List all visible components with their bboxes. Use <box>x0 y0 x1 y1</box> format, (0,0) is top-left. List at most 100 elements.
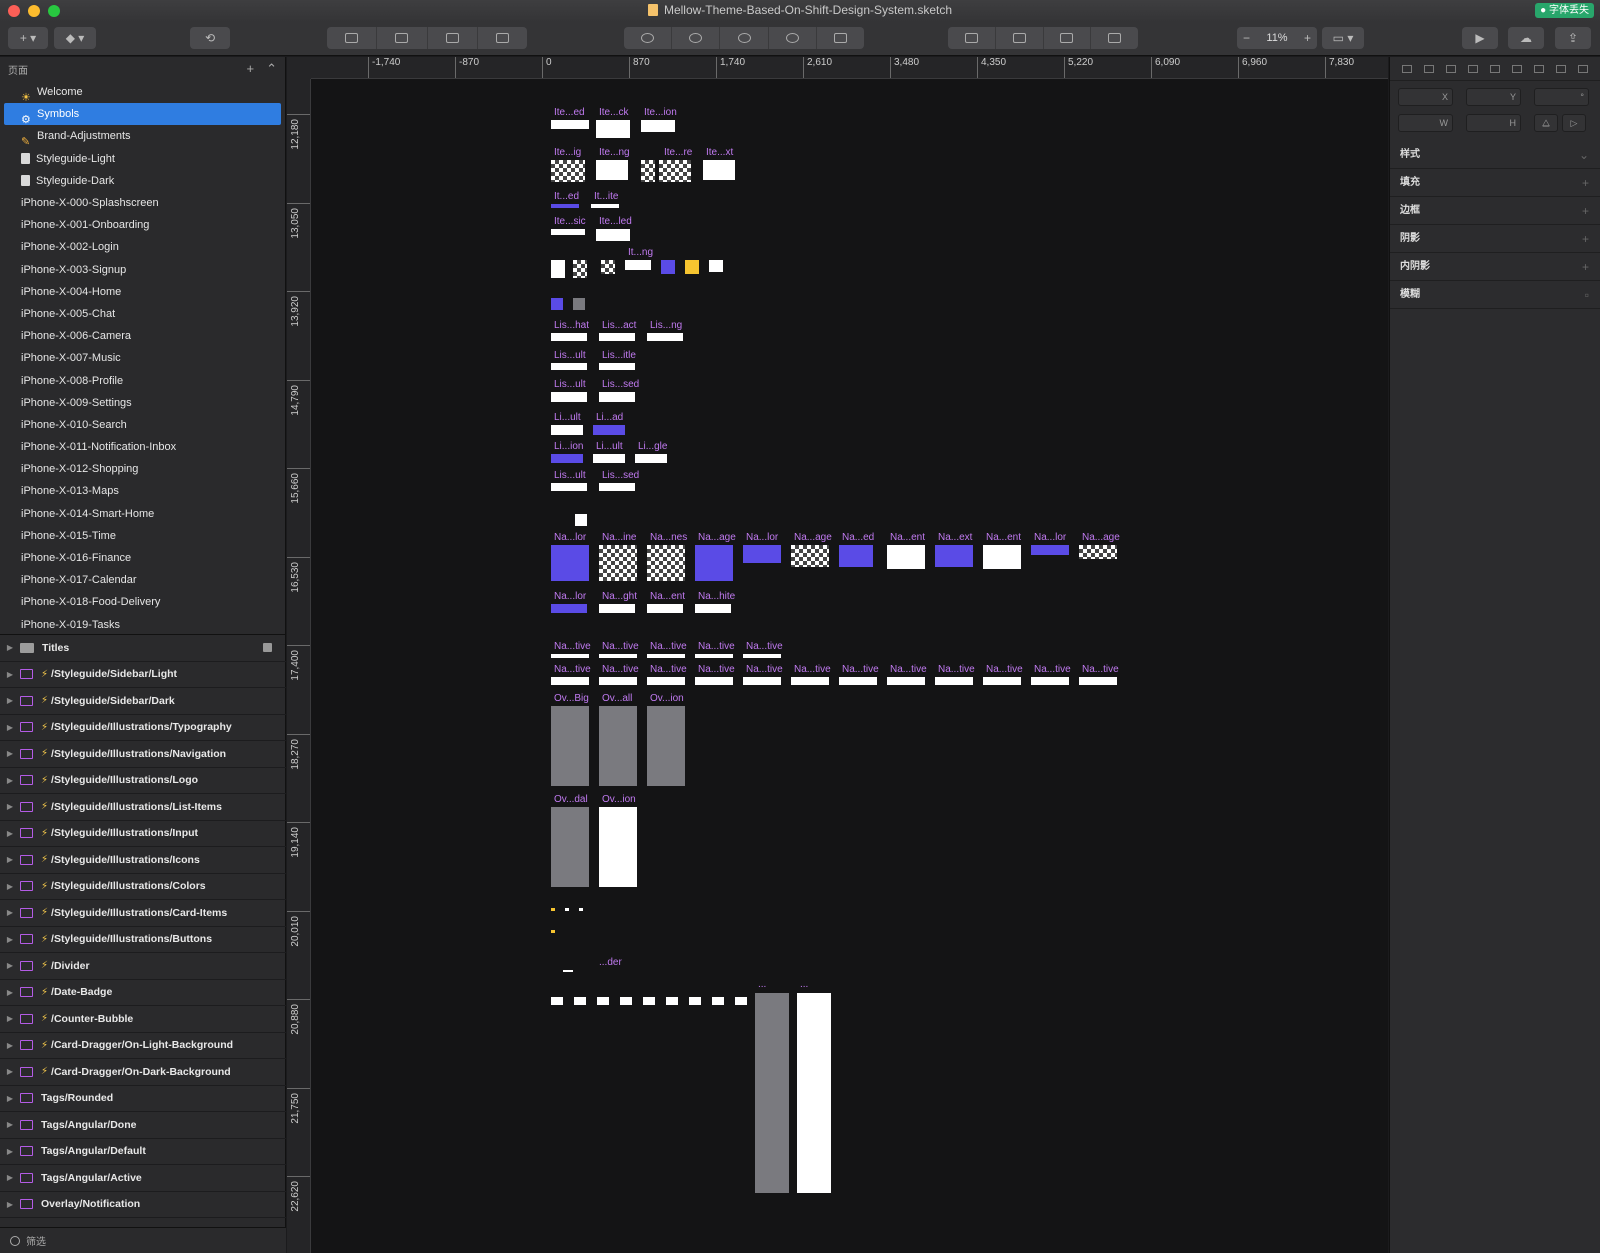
symbol-artboard[interactable] <box>551 333 587 341</box>
artboard-label[interactable]: ...der <box>599 957 622 968</box>
zoom-level[interactable]: 11% <box>1266 32 1287 44</box>
disclosure-triangle-icon[interactable]: ▶ <box>0 723 20 732</box>
symbol-artboard[interactable] <box>983 677 1021 685</box>
symbol-artboard[interactable] <box>573 298 585 310</box>
symbol-artboard[interactable] <box>551 807 589 887</box>
symbol-artboard[interactable] <box>755 993 789 1193</box>
artboard-label[interactable]: Lis...sed <box>602 379 639 390</box>
inspector-section[interactable]: 填充 + <box>1390 169 1600 197</box>
minimize-window-button[interactable] <box>28 5 40 17</box>
disclosure-triangle-icon[interactable]: ▶ <box>0 1094 20 1103</box>
layer-row[interactable]: ▶ ⚡/Styleguide/Illustrations/Input <box>0 821 286 847</box>
symbol-artboard[interactable] <box>695 545 733 581</box>
symbol-artboard[interactable] <box>599 604 635 613</box>
artboard-label[interactable]: Na...ine <box>602 532 636 543</box>
disclosure-triangle-icon[interactable]: ▶ <box>0 935 20 944</box>
symbol-artboard[interactable] <box>659 160 691 182</box>
symbol-artboard[interactable] <box>599 807 637 887</box>
artboard-label[interactable]: It...ng <box>628 247 653 258</box>
symbol-artboard[interactable] <box>551 604 587 613</box>
artboard-label[interactable]: Na...ght <box>602 591 637 602</box>
page-item[interactable]: iPhone-X-002-Login <box>0 236 285 258</box>
symbol-artboard[interactable] <box>641 120 675 132</box>
page-item[interactable]: iPhone-X-011-Notification-Inbox <box>0 436 285 458</box>
artboard-label[interactable]: Na...lor <box>554 591 586 602</box>
artboard-label[interactable]: Ite...ed <box>554 107 585 118</box>
difference-button[interactable] <box>1091 27 1138 49</box>
add-icon[interactable]: + <box>1582 225 1589 253</box>
symbol-artboard[interactable] <box>551 363 587 370</box>
disclosure-triangle-icon[interactable]: ▶ <box>0 1120 20 1129</box>
artboard-label[interactable]: Li...ult <box>554 412 581 423</box>
height-field[interactable]: H <box>1466 114 1521 132</box>
artboard-label[interactable]: Na...lor <box>554 532 586 543</box>
symbol-artboard[interactable] <box>641 160 655 182</box>
artboard-label[interactable]: Na...ent <box>650 591 685 602</box>
vertical-ruler[interactable]: 12,180 13,050 13,920 14,790 15,660 16,530 17,4… <box>287 79 311 1253</box>
artboard-label[interactable]: Ov...all <box>602 693 632 704</box>
inspector-section[interactable]: 内阴影 + <box>1390 253 1600 281</box>
artboard-label[interactable]: Lis...ult <box>554 350 586 361</box>
layer-row[interactable]: ▶ Titles <box>0 635 286 662</box>
symbol-artboard[interactable] <box>565 908 569 911</box>
disclosure-triangle-icon[interactable]: ▶ <box>0 829 20 838</box>
symbol-artboard[interactable] <box>596 229 630 241</box>
symbol-artboard[interactable] <box>599 706 637 786</box>
layer-row[interactable]: ▶ ⚡/Styleguide/Illustrations/Navigation <box>0 741 286 768</box>
disclosure-triangle-icon[interactable]: ▶ <box>0 908 20 917</box>
group-tool-button[interactable] <box>327 27 378 49</box>
canvas[interactable]: -1,740 -870 0 870 1,740 2,610 3,480 4,350 5,220 6… <box>287 57 1388 1253</box>
artboard-label[interactable]: Na...tive <box>698 641 735 652</box>
artboard-label[interactable]: It...ed <box>554 191 579 202</box>
page-item[interactable]: ☀ Welcome <box>0 81 285 104</box>
x-field[interactable]: X <box>1398 88 1453 106</box>
add-icon[interactable]: + <box>1582 169 1589 197</box>
symbol-artboard[interactable] <box>743 545 781 563</box>
page-item[interactable]: iPhone-X-005-Chat <box>0 303 285 325</box>
symbol-artboard[interactable] <box>551 204 579 208</box>
add-icon[interactable]: + <box>1582 197 1589 225</box>
layer-row[interactable]: ▶ ⚡/Styleguide/Illustrations/Colors <box>0 874 286 900</box>
align-bottom-icon[interactable] <box>1578 64 1588 73</box>
symbol-artboard[interactable] <box>661 260 675 274</box>
symbol-artboard[interactable] <box>579 908 583 911</box>
disclosure-triangle-icon[interactable]: ▶ <box>0 1041 20 1050</box>
symbol-artboard[interactable] <box>599 392 635 402</box>
layer-row[interactable]: ▶ Tags/Angular/Default <box>0 1139 286 1165</box>
symbol-artboard[interactable] <box>593 425 625 435</box>
symbol-artboard[interactable] <box>635 454 667 463</box>
symbol-artboard[interactable] <box>709 260 723 272</box>
symbol-artboard[interactable] <box>551 229 585 235</box>
symbol-artboard[interactable] <box>551 908 555 911</box>
rotate-tool-button[interactable] <box>672 27 721 49</box>
artboard-label[interactable]: Na...age <box>698 532 736 543</box>
add-page-icon[interactable]: + <box>247 61 255 77</box>
disclosure-triangle-icon[interactable]: ▶ <box>0 802 20 811</box>
symbol-artboard[interactable] <box>935 545 973 567</box>
artboard-label[interactable]: It...ite <box>594 191 618 202</box>
symbol-artboard[interactable] <box>625 260 651 270</box>
symbol-artboard[interactable] <box>887 677 925 685</box>
symbol-artboard[interactable] <box>593 454 625 463</box>
artboard-label[interactable]: Li...gle <box>638 441 667 452</box>
symbol-artboard[interactable] <box>1031 677 1069 685</box>
symbol-artboard[interactable] <box>983 545 1021 569</box>
horizontal-ruler[interactable]: -1,740 -870 0 870 1,740 2,610 3,480 4,350 5,220 6… <box>311 57 1388 79</box>
symbol-artboard[interactable] <box>695 677 733 685</box>
symbol-artboard[interactable] <box>551 425 583 435</box>
symbol-artboard[interactable] <box>551 997 563 1005</box>
align-middle-icon[interactable] <box>1490 64 1500 73</box>
symbol-artboard[interactable] <box>575 514 587 526</box>
symbol-artboard[interactable] <box>695 604 731 613</box>
symbol-artboard[interactable] <box>695 654 733 658</box>
symbol-artboard[interactable] <box>743 677 781 685</box>
symbol-artboard[interactable] <box>647 333 683 341</box>
artboard-label[interactable]: Na...tive <box>698 664 735 675</box>
artboard-label[interactable]: Na...tive <box>890 664 927 675</box>
add-icon[interactable]: + <box>1582 253 1589 281</box>
artboard-label[interactable]: Na...tive <box>650 664 687 675</box>
artboard-label[interactable]: Ov...ion <box>602 794 636 805</box>
page-item[interactable]: iPhone-X-007-Music <box>0 347 285 369</box>
symbol-artboard[interactable] <box>839 677 877 685</box>
artboard-label[interactable]: Ite...ion <box>644 107 677 118</box>
